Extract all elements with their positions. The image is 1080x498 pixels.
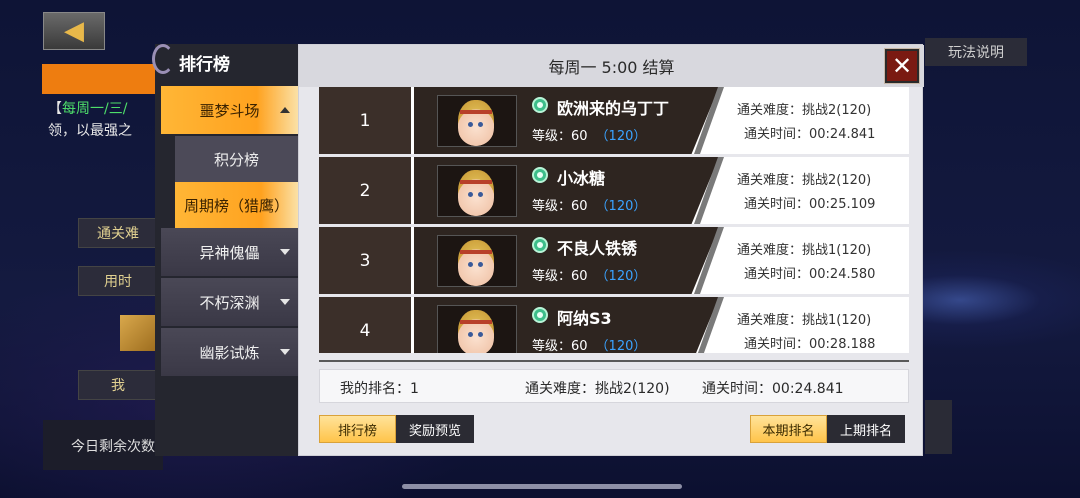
- leaderboard-sidebar: 排行榜 噩梦斗场 积分榜 周期榜（猎鹰） 异神傀儡 不朽深渊 幽影试炼: [152, 44, 298, 456]
- back-button[interactable]: ◀: [43, 12, 105, 50]
- rank-number: 1: [319, 87, 411, 154]
- my-rank-difficulty: 通关难度：挑战2(120): [525, 381, 670, 397]
- player-name: 不良人铁锈: [557, 239, 638, 258]
- player-badge-icon: [532, 97, 548, 113]
- clear-difficulty: 通关难度：挑战2(120): [737, 103, 872, 118]
- caret-down-icon: [280, 249, 290, 255]
- ring-icon: [152, 44, 174, 74]
- caret-down-icon: [280, 299, 290, 305]
- clear-difficulty: 通关难度：挑战1(120): [737, 243, 872, 258]
- tab-this-period[interactable]: 本期排名: [750, 415, 827, 443]
- close-button[interactable]: ✕: [884, 48, 920, 84]
- bg-my-label: 我: [78, 370, 158, 400]
- player-badge-icon: [532, 167, 548, 183]
- player-avatar[interactable]: [437, 235, 517, 287]
- home-indicator: [402, 484, 682, 489]
- sidebar-item-puppet[interactable]: 异神傀儡: [161, 228, 298, 276]
- player-level: 等级：60 （120）: [532, 129, 647, 144]
- rank-number: 2: [319, 157, 411, 224]
- player-name: 阿纳S3: [557, 309, 612, 328]
- my-rank-bar: 我的排名：1 通关难度：挑战2(120) 通关时间：00:24.841: [319, 369, 909, 403]
- bg-remaining-attempts: 今日剩余次数: [43, 420, 163, 470]
- rank-number: 3: [319, 227, 411, 294]
- tab-leaderboard[interactable]: 排行榜: [319, 415, 396, 443]
- tab-last-period[interactable]: 上期排名: [827, 415, 905, 443]
- clear-time: 通关时间：00:25.109: [744, 197, 876, 212]
- player-badge-icon: [532, 237, 548, 253]
- player-name: 欧洲来的乌丁丁: [557, 99, 670, 118]
- bg-right-strip: [925, 400, 952, 454]
- sidebar-item-nightmare-arena[interactable]: 噩梦斗场: [161, 86, 298, 134]
- player-name: 小冰糖: [557, 169, 606, 188]
- caret-down-icon: [280, 349, 290, 355]
- clear-time: 通关时间：00:28.188: [744, 337, 876, 352]
- clear-time: 通关时间：00:24.580: [744, 267, 876, 282]
- sidebar-subitem-weekly-falcon[interactable]: 周期榜（猎鹰）: [175, 182, 298, 228]
- bg-title-bar: [42, 64, 162, 94]
- tab-reward-preview[interactable]: 奖励预览: [396, 415, 474, 443]
- caret-up-icon: [280, 107, 290, 113]
- bg-time-label: 用时: [78, 266, 158, 296]
- ranking-row[interactable]: 2 小冰糖 等级：60 （120） 通关难度：挑战2(120) 通关时间：00:2…: [319, 157, 909, 224]
- list-divider: [319, 360, 909, 362]
- bg-difficulty-label: 通关难: [78, 218, 158, 248]
- clear-difficulty: 通关难度：挑战2(120): [737, 173, 872, 188]
- sidebar-item-shadow-trial[interactable]: 幽影试炼: [161, 328, 298, 376]
- settlement-header: 每周一 5:00 结算: [299, 45, 924, 87]
- sidebar-item-abyss[interactable]: 不朽深渊: [161, 278, 298, 326]
- back-arrow-icon: ◀: [64, 16, 84, 46]
- rank-number: 4: [319, 297, 411, 353]
- bg-description: 【每周一/三/ 领，以最强之: [48, 101, 132, 139]
- my-rank-time: 通关时间：00:24.841: [702, 381, 844, 397]
- player-avatar[interactable]: [437, 95, 517, 147]
- player-level: 等级：60 （120）: [532, 339, 647, 353]
- rules-button[interactable]: 玩法说明: [925, 38, 1027, 66]
- sidebar-subitem-points[interactable]: 积分榜: [175, 136, 298, 182]
- close-icon: ✕: [891, 52, 913, 80]
- bg-gold-item: [120, 315, 160, 351]
- player-badge-icon: [532, 307, 548, 323]
- ranking-list[interactable]: 1 欧洲来的乌丁丁 等级：60 （120） 通关难度：挑战2(120) 通关时间：…: [319, 87, 909, 353]
- ranking-row[interactable]: 3 不良人铁锈 等级：60 （120） 通关难度：挑战1(120) 通关时间：00…: [319, 227, 909, 294]
- clear-time: 通关时间：00:24.841: [744, 127, 876, 142]
- ranking-panel: 每周一 5:00 结算 ✕ 1 欧洲来的乌丁丁 等级：60 （120） 通关难度：…: [298, 44, 924, 456]
- player-level: 等级：60 （120）: [532, 269, 647, 284]
- player-avatar[interactable]: [437, 165, 517, 217]
- player-level: 等级：60 （120）: [532, 199, 647, 214]
- player-avatar[interactable]: [437, 305, 517, 353]
- my-rank-number: 我的排名：1: [340, 381, 419, 397]
- settlement-title: 每周一 5:00 结算: [548, 58, 675, 77]
- clear-difficulty: 通关难度：挑战1(120): [737, 313, 872, 328]
- ranking-row[interactable]: 1 欧洲来的乌丁丁 等级：60 （120） 通关难度：挑战2(120) 通关时间：…: [319, 87, 909, 154]
- ranking-row[interactable]: 4 阿纳S3 等级：60 （120） 通关难度：挑战1(120) 通关时间：00:…: [319, 297, 909, 353]
- sidebar-title: 排行榜: [152, 44, 298, 80]
